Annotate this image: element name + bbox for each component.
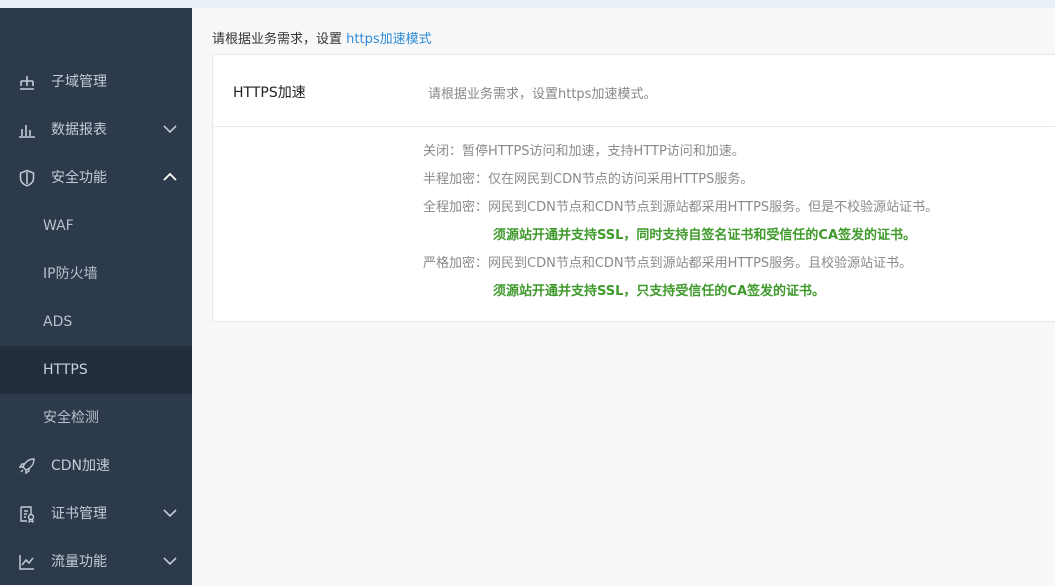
sidebar-item-label: CDN加速 [51,458,111,474]
sidebar-item-label: 证书管理 [51,506,107,522]
rocket-icon [18,458,35,475]
bar-chart-icon [19,125,35,138]
sidebar-item-label: 子域管理 [51,74,107,90]
sidebar-subitem-label: 安全检测 [43,410,99,426]
sidebar-subitem-https[interactable]: HTTPS [0,346,192,394]
sidebar-subitem-label: HTTPS [43,362,88,378]
sidebar-subitem-label: WAF [43,218,74,234]
sidebar-item-label: 流量功能 [51,554,107,570]
top-strip [0,0,1055,8]
https-settings-panel: HTTPS加速 请根据业务需求，设置https加速模式。 关闭：暂停HTTPS访… [212,54,1055,322]
chevron-down-icon [163,509,177,518]
sidebar-item-label: 安全功能 [51,170,107,186]
sidebar-item-reports[interactable]: 数据报表 [0,106,192,154]
sidebar-subitem-label: IP防火墙 [43,266,98,282]
mode-strict-note: 须源站开通并支持SSL，只支持受信任的CA签发的证书。 [493,284,826,299]
shield-icon [19,169,35,187]
line-chart-icon [19,555,34,570]
certificate-icon [20,506,35,523]
sidebar-subitem-security-scan[interactable]: 安全检测 [0,394,192,442]
mode-text: 仅在网民到CDN节点的访问采用HTTPS服务。 [488,172,754,187]
mode-text: 暂停HTTPS访问和加速，支持HTTP访问和加速。 [462,144,745,159]
mode-full-note: 须源站开通并支持SSL，同时支持自签名证书和受信任的CA签发的证书。 [493,228,917,243]
mode-half-line: 半程加密：仅在网民到CDN节点的访问采用HTTPS服务。 [423,168,753,187]
sidebar: 子域管理 数据报表 安全功能 WAF IP防火墙 ADS HTTPS 安全检测 [0,8,192,585]
sidebar-item-certificates[interactable]: 证书管理 [0,490,192,538]
mode-key: 全程加密： [423,200,489,215]
sidebar-item-cdn[interactable]: CDN加速 [0,442,192,490]
panel-divider [213,126,1055,127]
mode-key: 关闭： [423,144,463,159]
sidebar-item-security[interactable]: 安全功能 [0,154,192,202]
sidebar-subitem-label: ADS [43,314,73,330]
mode-strict-line: 严格加密：网民到CDN节点和CDN节点到源站都采用HTTPS服务。且校验源站证书… [423,252,912,271]
mode-full-line: 全程加密：网民到CDN节点和CDN节点到源站都采用HTTPS服务。但是不校验源站… [423,196,938,215]
sidebar-item-subdomain[interactable]: 子域管理 [0,58,192,106]
chevron-down-icon [163,125,177,134]
page-hint: 请根据业务需求，设置 https加速模式 [212,28,432,47]
mode-off-line: 关闭：暂停HTTPS访问和加速，支持HTTP访问和加速。 [423,140,745,159]
main-content: 请根据业务需求，设置 https加速模式 HTTPS加速 请根据业务需求，设置h… [192,8,1055,585]
chevron-down-icon [163,557,177,566]
sidebar-subitem-ads[interactable]: ADS [0,298,192,346]
sidebar-subitem-waf[interactable]: WAF [0,202,192,250]
setting-name: HTTPS加速 [233,85,306,101]
hint-text: 请根据业务需求，设置 [212,32,347,47]
mode-key: 严格加密： [423,256,489,271]
mode-text: 网民到CDN节点和CDN节点到源站都采用HTTPS服务。但是不校验源站证书。 [488,200,939,215]
sitemap-icon [20,76,34,90]
mode-key: 半程加密： [423,172,489,187]
sidebar-item-traffic[interactable]: 流量功能 [0,538,192,586]
sidebar-item-label: 数据报表 [51,122,107,138]
mode-text: 网民到CDN节点和CDN节点到源站都采用HTTPS服务。且校验源站证书。 [488,256,913,271]
setting-description: 请根据业务需求，设置https加速模式。 [428,87,657,102]
sidebar-subitem-ip-firewall[interactable]: IP防火墙 [0,250,192,298]
chevron-up-icon [163,172,177,181]
https-mode-link[interactable]: https加速模式 [346,32,431,47]
